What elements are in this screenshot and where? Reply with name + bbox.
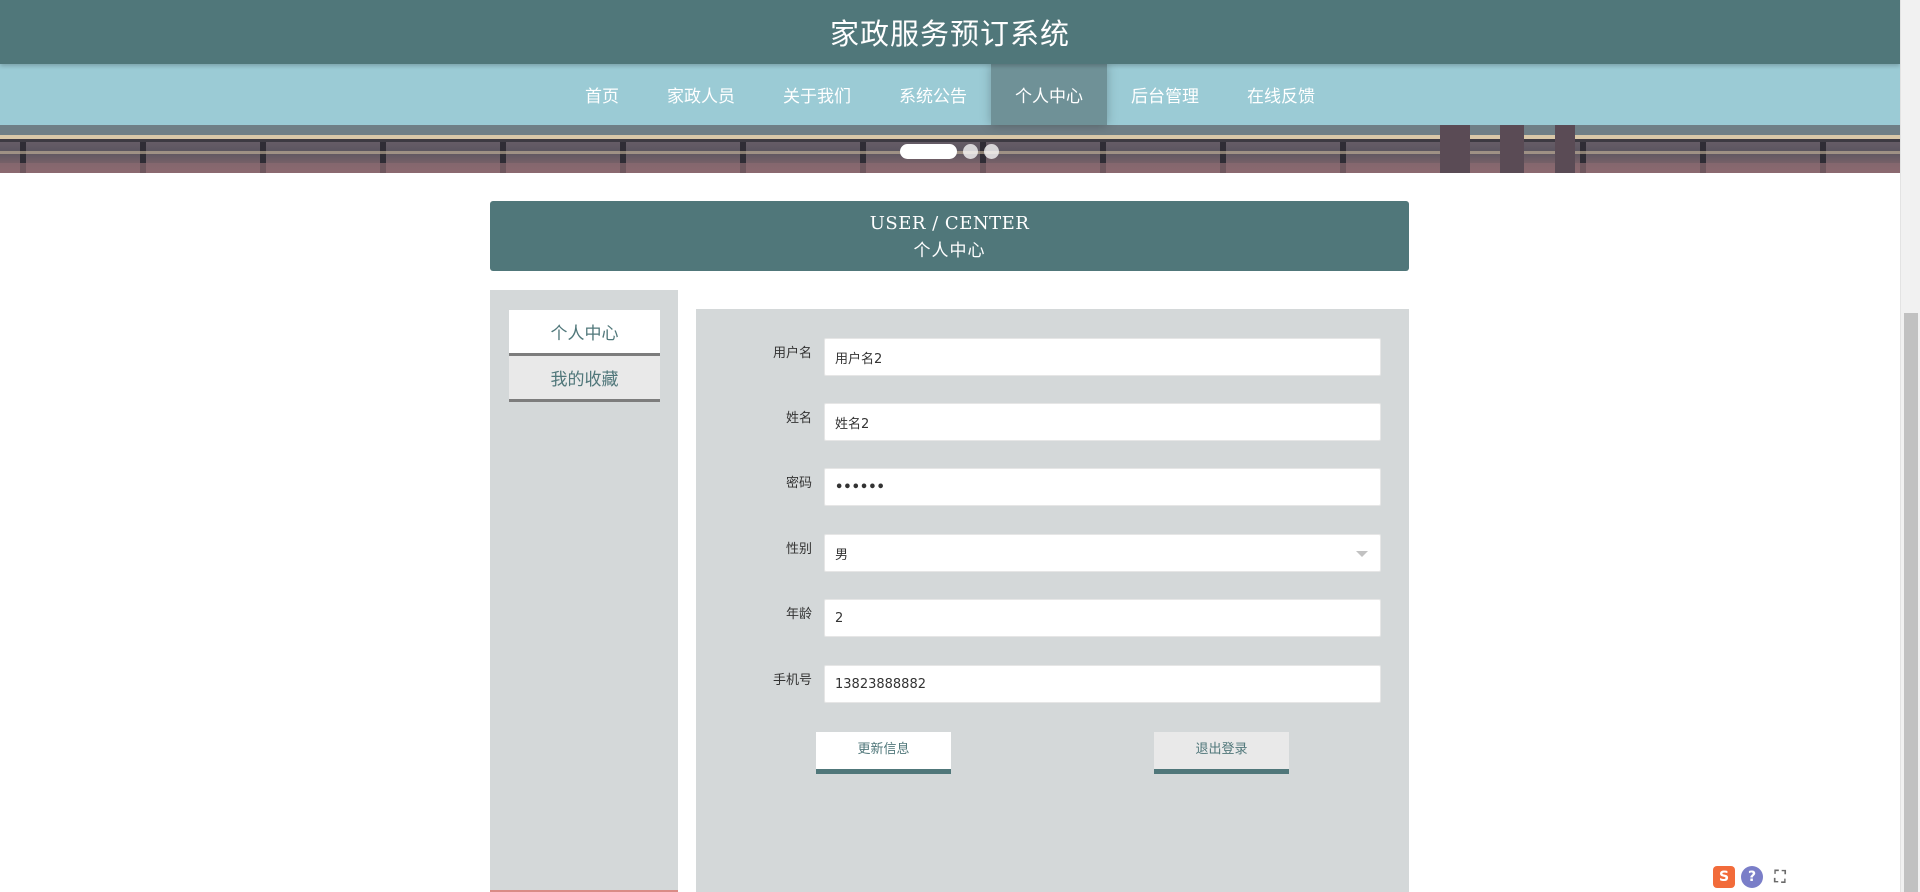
site-title: 家政服务预订系统 bbox=[829, 17, 1070, 51]
nav-item-admin[interactable]: 后台管理 bbox=[1107, 64, 1223, 125]
section-title-cn: 个人中心 bbox=[913, 241, 986, 261]
name-input[interactable]: 姓名2 bbox=[824, 403, 1381, 441]
form-row-username: 用户名 用户名2 bbox=[696, 338, 1409, 376]
update-info-button[interactable]: 更新信息 bbox=[816, 732, 951, 774]
carousel-dot-3[interactable] bbox=[984, 144, 999, 159]
sogou-input-icon[interactable]: S bbox=[1713, 866, 1735, 888]
main-nav: 首页 家政人员 关于我们 系统公告 个人中心 后台管理 在线反馈 bbox=[0, 64, 1900, 125]
sidebar-item-favorites[interactable]: 我的收藏 bbox=[509, 356, 660, 402]
phone-input[interactable]: 13823888882 bbox=[824, 665, 1381, 703]
gender-label: 性别 bbox=[785, 542, 812, 557]
page: 家政服务预订系统 首页 家政人员 关于我们 系统公告 个人中心 后台管理 在线反… bbox=[0, 0, 1900, 892]
phone-label: 手机号 bbox=[772, 673, 812, 688]
scrollbar-thumb[interactable] bbox=[1904, 313, 1918, 892]
sidebar: 个人中心 我的收藏 bbox=[490, 290, 678, 892]
section-header: USER / CENTER 个人中心 bbox=[490, 201, 1409, 271]
sidebar-item-user-center[interactable]: 个人中心 bbox=[509, 310, 660, 356]
nav-item-staff[interactable]: 家政人员 bbox=[643, 64, 759, 125]
corner-widgets: S ? ⛶ bbox=[1713, 866, 1791, 888]
password-input[interactable]: •••••• bbox=[824, 468, 1381, 506]
form-row-password: 密码 •••••• bbox=[696, 468, 1409, 506]
username-label: 用户名 bbox=[772, 346, 812, 361]
vertical-scrollbar[interactable] bbox=[1900, 0, 1920, 892]
help-icon[interactable]: ? bbox=[1741, 866, 1763, 888]
nav-item-about[interactable]: 关于我们 bbox=[759, 64, 875, 125]
nav-item-user-center[interactable]: 个人中心 bbox=[991, 64, 1107, 125]
age-input[interactable]: 2 bbox=[824, 599, 1381, 637]
nav-item-feedback[interactable]: 在线反馈 bbox=[1223, 64, 1339, 125]
chevron-down-icon bbox=[1356, 551, 1368, 557]
site-header: 家政服务预订系统 bbox=[0, 0, 1900, 64]
carousel-indicators bbox=[900, 144, 999, 159]
logout-button[interactable]: 退出登录 bbox=[1154, 732, 1289, 774]
form-row-age: 年龄 2 bbox=[696, 599, 1409, 637]
expand-icon[interactable]: ⛶ bbox=[1769, 866, 1791, 888]
form-row-phone: 手机号 13823888882 bbox=[696, 665, 1409, 703]
password-label: 密码 bbox=[785, 476, 812, 491]
nav-item-home[interactable]: 首页 bbox=[561, 64, 643, 125]
age-label: 年龄 bbox=[785, 607, 812, 622]
section-title-en: USER / CENTER bbox=[869, 213, 1030, 234]
carousel-dot-2[interactable] bbox=[963, 144, 978, 159]
gender-select[interactable]: 男 bbox=[824, 534, 1381, 572]
banner-carousel bbox=[0, 125, 1900, 173]
nav-item-notices[interactable]: 系统公告 bbox=[875, 64, 991, 125]
form-row-gender: 性别 男 bbox=[696, 534, 1409, 572]
gender-select-value: 男 bbox=[835, 547, 849, 563]
profile-form: 用户名 用户名2 姓名 姓名2 密码 •••••• 性别 男 年龄 2 手机号 … bbox=[696, 309, 1409, 892]
form-row-name: 姓名 姓名2 bbox=[696, 403, 1409, 441]
name-label: 姓名 bbox=[785, 411, 812, 426]
carousel-dot-1[interactable] bbox=[900, 144, 957, 159]
username-input[interactable]: 用户名2 bbox=[824, 338, 1381, 376]
